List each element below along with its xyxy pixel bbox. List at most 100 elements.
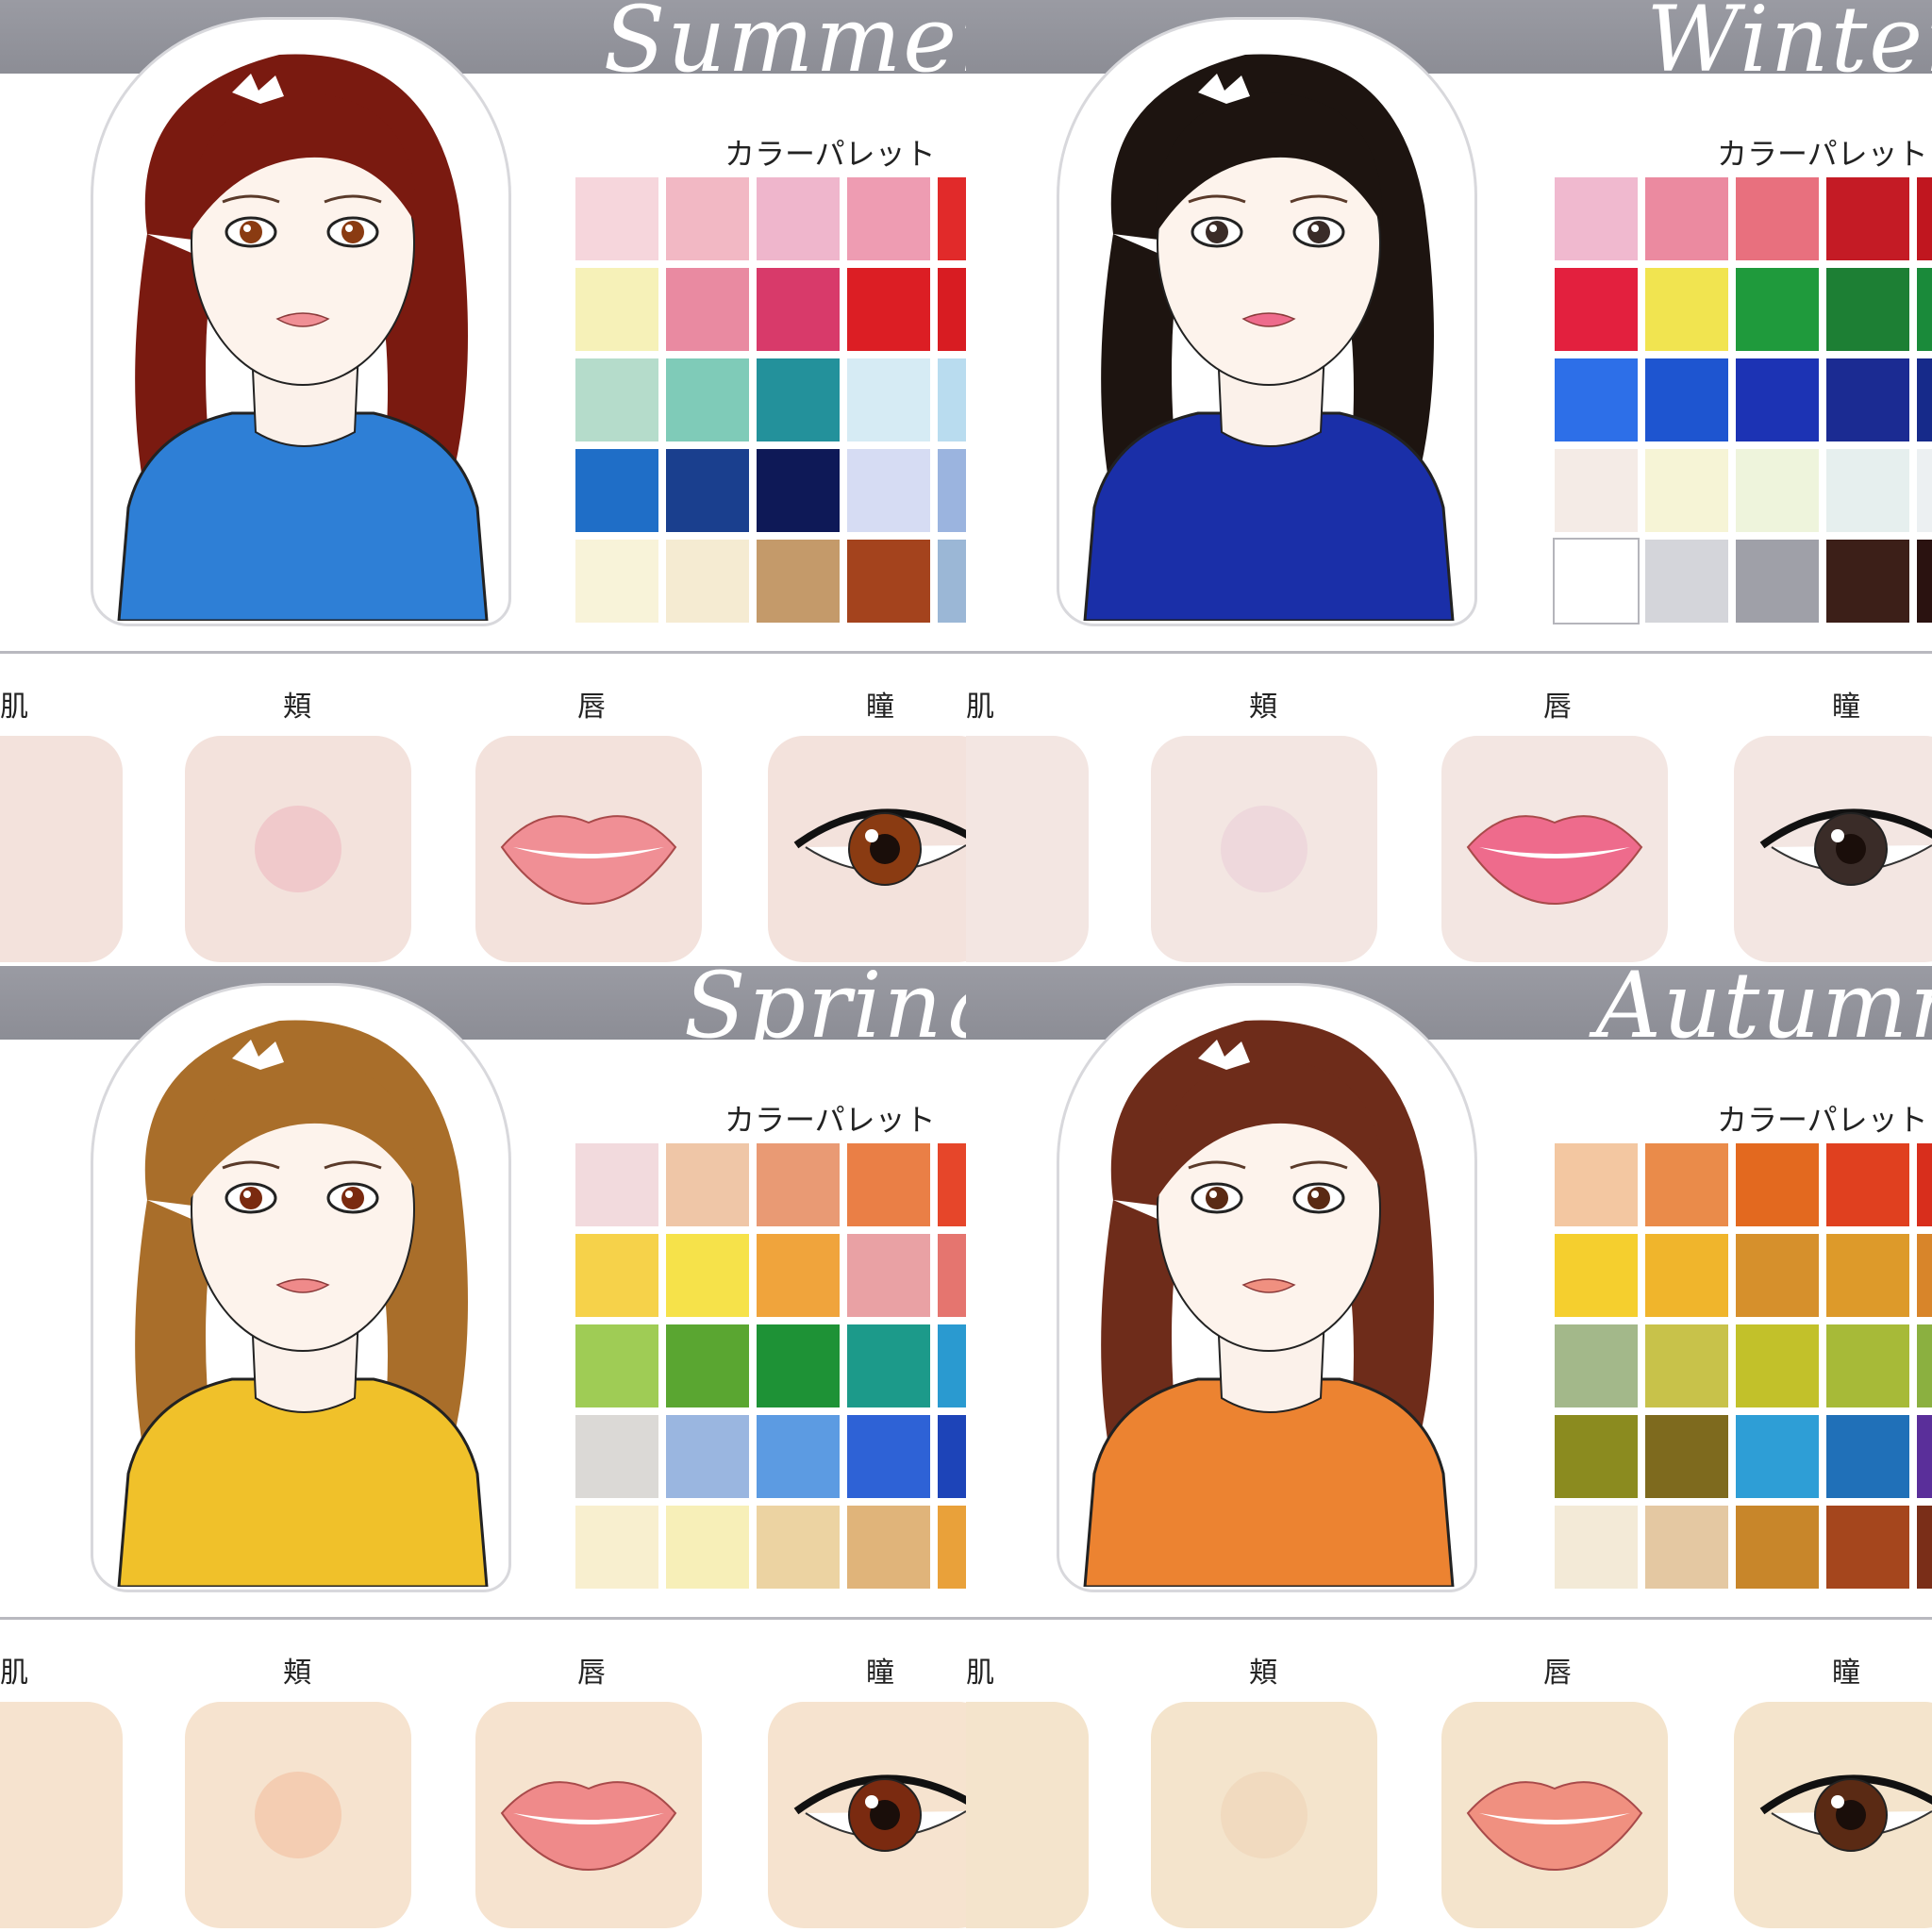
feature-label-cheek: 頬 <box>283 691 311 724</box>
palette-swatch <box>757 177 840 260</box>
section-divider <box>0 651 966 654</box>
palette-swatch <box>666 1415 749 1498</box>
feature-tile-eye <box>768 736 966 962</box>
feature-tile-lip <box>1441 736 1668 962</box>
palette-swatch <box>1736 449 1819 532</box>
palette-swatch <box>938 1324 966 1407</box>
palette-swatch <box>575 177 658 260</box>
eye-shine <box>243 225 251 232</box>
palette-swatch <box>1917 1415 1932 1498</box>
palette-swatch <box>757 1143 840 1226</box>
feature-label-cheek: 頬 <box>283 1657 311 1690</box>
eye-shine <box>865 829 878 842</box>
eye-shine <box>1831 1795 1844 1808</box>
palette-swatch <box>1736 540 1819 623</box>
palette-swatch <box>1917 1143 1932 1226</box>
eye-shine <box>345 1191 353 1198</box>
palette-swatch <box>938 449 966 532</box>
palette-swatch <box>666 449 749 532</box>
cheek-blush <box>255 1772 341 1858</box>
feature-label-lip: 唇 <box>577 691 606 724</box>
iris <box>240 221 262 243</box>
feature-tile-cheek <box>1151 1702 1377 1928</box>
palette-swatch <box>938 1506 966 1589</box>
palette-swatch <box>1917 1506 1932 1589</box>
palette-swatch <box>847 177 930 260</box>
feature-label-skin: 肌 <box>0 1657 28 1690</box>
lip-shape <box>1466 1781 1643 1872</box>
palette-swatch <box>1917 1324 1932 1407</box>
palette-swatch <box>1555 268 1638 351</box>
eye-shine <box>865 1795 878 1808</box>
portrait-illustration <box>1083 54 1455 621</box>
feature-tile-eye <box>1734 736 1932 962</box>
palette-swatch <box>847 1506 930 1589</box>
palette-swatch <box>757 449 840 532</box>
eye-shine <box>1209 1191 1217 1198</box>
palette-swatch <box>1826 1506 1909 1589</box>
season-title: Summer <box>603 0 966 92</box>
cheek-blush <box>255 806 341 892</box>
feature-tile-skin <box>0 736 123 962</box>
palette-swatch <box>757 540 840 623</box>
feature-tile-lip <box>475 736 702 962</box>
eye-shine <box>1311 1191 1319 1198</box>
palette-swatch <box>1645 1415 1728 1498</box>
color-palette-grid <box>1553 177 1932 625</box>
palette-swatch <box>1555 177 1638 260</box>
iris <box>1206 1187 1228 1209</box>
season-panel-autumn: Autumn カラーパレット肌 頬 唇 瞳 <box>966 966 1932 1932</box>
palette-swatch <box>1826 540 1909 623</box>
color-palette-label: カラーパレット <box>724 136 936 172</box>
palette-swatch <box>938 177 966 260</box>
palette-swatch <box>666 1143 749 1226</box>
palette-swatch <box>666 268 749 351</box>
lip-shape <box>500 1781 677 1872</box>
feature-label-lip: 唇 <box>1543 691 1572 724</box>
palette-swatch <box>1736 1143 1819 1226</box>
palette-swatch <box>1826 1415 1909 1498</box>
palette-swatch <box>1645 540 1728 623</box>
palette-swatch <box>1917 449 1932 532</box>
palette-swatch <box>1736 1234 1819 1317</box>
palette-swatch <box>847 1324 930 1407</box>
palette-swatch <box>757 1506 840 1589</box>
palette-swatch <box>575 449 658 532</box>
eye-shine <box>243 1191 251 1198</box>
palette-swatch <box>938 1143 966 1226</box>
palette-swatch <box>1555 358 1638 441</box>
lip-shape <box>500 815 677 906</box>
palette-swatch <box>847 540 930 623</box>
feature-label-skin: 肌 <box>966 1657 994 1690</box>
color-palette-label: カラーパレット <box>1717 136 1928 172</box>
feature-tile-skin <box>966 736 1089 962</box>
feature-label-eye: 瞳 <box>866 1657 894 1690</box>
season-panel-summer: Summer カラーパレット肌 頬 唇 瞳 <box>0 0 966 966</box>
feature-tile-lip <box>1441 1702 1668 1928</box>
palette-swatch <box>1555 1143 1638 1226</box>
palette-swatch <box>575 1415 658 1498</box>
palette-swatch <box>1645 358 1728 441</box>
iris <box>1307 1187 1330 1209</box>
lip-shape <box>1466 815 1643 906</box>
palette-swatch <box>666 1234 749 1317</box>
palette-swatch <box>1555 1506 1638 1589</box>
feature-label-eye: 瞳 <box>1832 691 1860 724</box>
palette-swatch <box>847 449 930 532</box>
palette-swatch <box>666 1506 749 1589</box>
feature-tile-eye <box>768 1702 966 1928</box>
palette-swatch <box>575 1234 658 1317</box>
color-palette-grid <box>575 177 966 623</box>
palette-swatch <box>1736 268 1819 351</box>
palette-swatch <box>666 177 749 260</box>
palette-swatch <box>575 1324 658 1407</box>
palette-swatch <box>757 268 840 351</box>
feature-label-eye: 瞳 <box>866 691 894 724</box>
season-title: Winter <box>1646 0 1932 92</box>
palette-swatch <box>1826 1324 1909 1407</box>
color-palette-label: カラーパレット <box>724 1102 936 1138</box>
iris <box>1206 221 1228 243</box>
palette-swatch <box>847 1234 930 1317</box>
portrait-illustration <box>117 54 489 621</box>
palette-swatch <box>1645 1143 1728 1226</box>
